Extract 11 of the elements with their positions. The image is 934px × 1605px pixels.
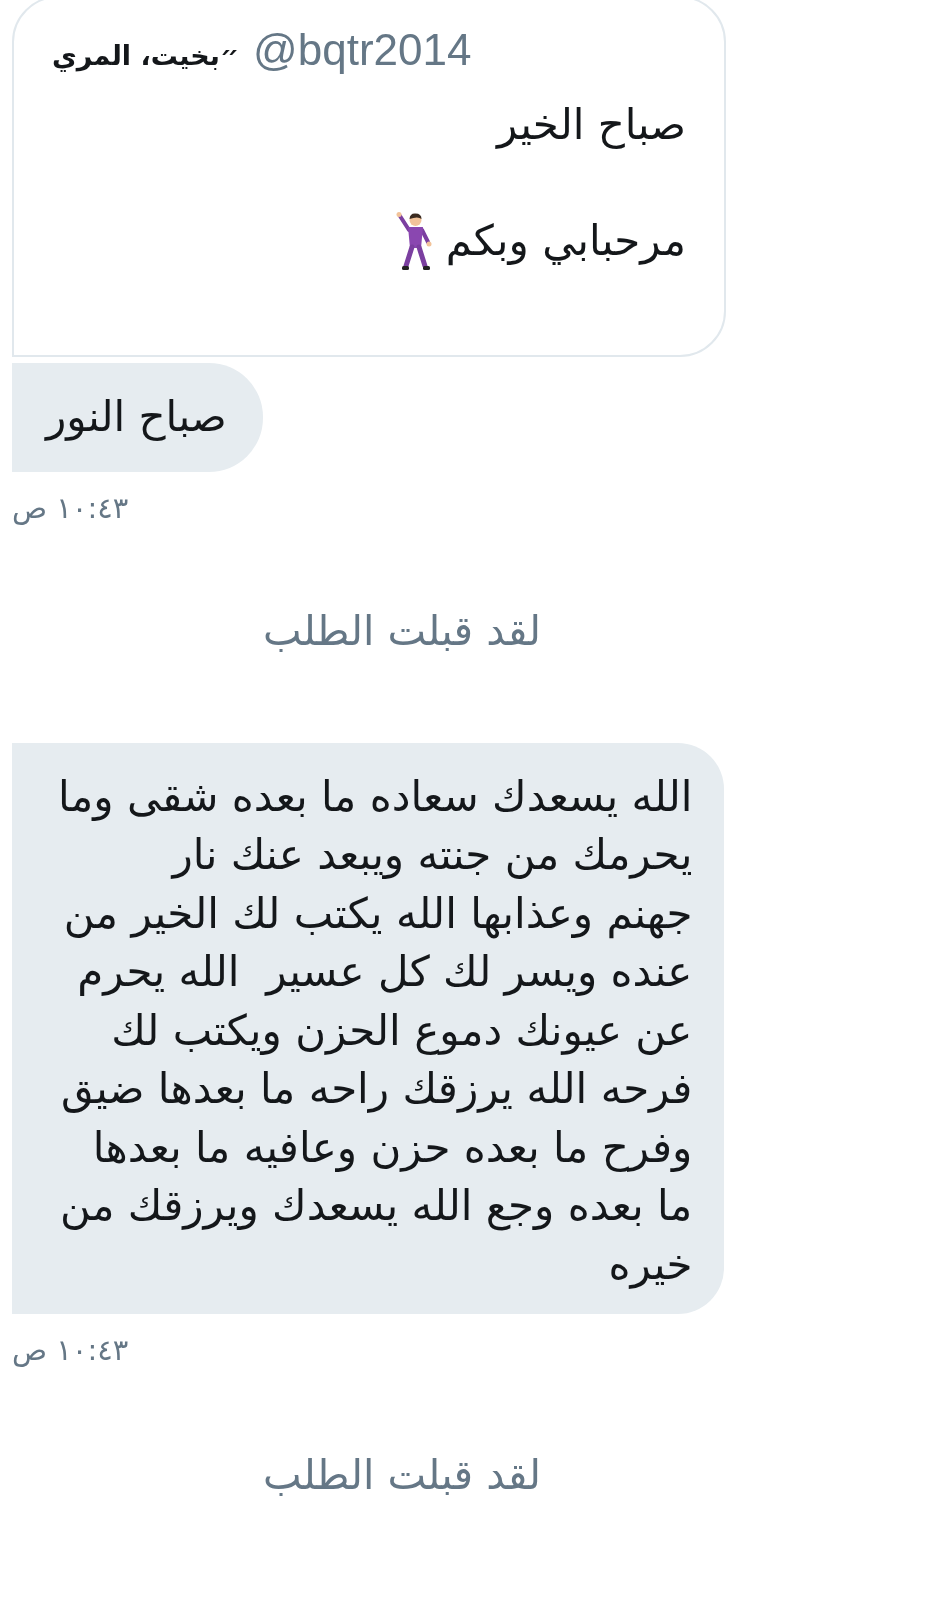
dancing-figure-icon	[393, 211, 434, 271]
message-time: ١٠:٤٣ ص	[12, 489, 129, 526]
message-time: ١٠:٤٣ ص	[12, 1332, 129, 1368]
system-notice: لقد قبلت الطلب	[263, 605, 541, 656]
tweet-text: مرحبابي وبكم	[445, 215, 686, 268]
author-name: ״بخيت، المري	[52, 39, 240, 74]
tweet-text: صباح الخير	[496, 99, 686, 151]
system-notice: لقد قبلت الطلب	[263, 1450, 541, 1500]
message-bubble: الله يسعدك سعاده ما بعده شقى وما يحرمك من جنته ويبعد عنك نار جهنم وعذابها الله يكتب لك الخير من عنده ويسر لك كل عسير الله يحرم عن عيونك دموع الحزن ويكتب لك فرحه الله يرزقك راحه ما بعدها ضيق وفرح ما بعده حزن وعافيه ما بعدها ما بعده وجع الله يسعدك ويرزقك من خيره	[12, 742, 725, 1314]
message-bubble: صباح النور	[12, 363, 263, 472]
author-handle: @bqtr2014	[253, 24, 472, 76]
